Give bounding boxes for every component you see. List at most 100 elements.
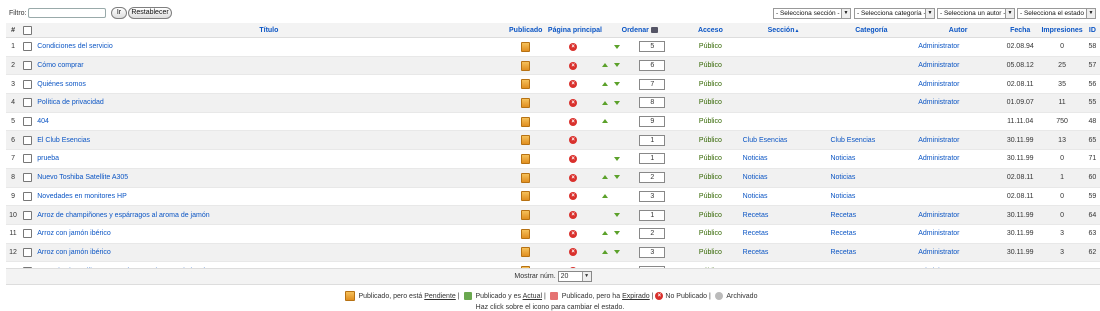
not-frontpage-icon[interactable]: ×	[569, 136, 578, 145]
article-title-link[interactable]: prueba	[37, 155, 59, 162]
published-icon[interactable]	[521, 79, 531, 90]
row-checkbox-cell[interactable]	[20, 224, 35, 244]
reset-button[interactable]: Restablecer	[128, 7, 172, 19]
access-level[interactable]: Público	[681, 130, 740, 151]
not-frontpage-icon[interactable]: ×	[569, 211, 578, 220]
published-icon[interactable]	[521, 60, 531, 71]
header-title[interactable]: Título	[34, 23, 504, 38]
row-checkbox-cell[interactable]	[20, 74, 35, 95]
header-order[interactable]: Ordenar	[598, 23, 682, 38]
order-input[interactable]: 5	[639, 41, 666, 53]
category-link[interactable]: Noticias	[830, 193, 855, 200]
show-count-select[interactable]: 20 ▼	[557, 270, 592, 282]
row-checkbox-cell[interactable]	[20, 243, 35, 263]
article-title-link[interactable]: Arroz con jamón ibérico	[37, 230, 111, 237]
access-level[interactable]: Público	[681, 187, 740, 207]
header-published[interactable]: Publicado	[503, 23, 548, 38]
access-level[interactable]: Público	[681, 56, 740, 76]
row-checkbox-cell[interactable]	[20, 187, 35, 207]
author-select[interactable]: - Selecciona un autor - ▼	[937, 8, 1015, 19]
row-checkbox[interactable]	[22, 42, 32, 52]
move-down-icon[interactable]	[613, 44, 620, 49]
move-up-icon[interactable]	[601, 175, 608, 180]
move-up-icon[interactable]	[601, 250, 608, 255]
access-level[interactable]: Público	[681, 149, 740, 169]
published-icon[interactable]	[521, 97, 531, 108]
move-up-icon[interactable]	[601, 100, 608, 105]
header-category[interactable]: Categoría	[827, 23, 916, 38]
move-down-icon[interactable]	[613, 100, 620, 105]
not-frontpage-icon[interactable]: ×	[569, 42, 578, 51]
article-title-link[interactable]: Cómo comprar	[37, 62, 83, 69]
author-link[interactable]: Administrator	[918, 137, 959, 144]
row-checkbox[interactable]	[22, 98, 32, 108]
author-link[interactable]: Administrator	[918, 155, 959, 162]
order-input[interactable]: 3	[639, 246, 666, 258]
header-frontpage[interactable]: Página principal	[547, 23, 602, 38]
author-link[interactable]: Administrator	[918, 81, 959, 88]
published-icon[interactable]	[521, 153, 531, 164]
not-frontpage-icon[interactable]: ×	[569, 229, 578, 238]
save-order-icon[interactable]	[650, 26, 658, 33]
published-icon[interactable]	[521, 191, 531, 202]
access-level[interactable]: Público	[681, 243, 740, 263]
author-link[interactable]: Administrator	[918, 249, 959, 256]
not-frontpage-icon[interactable]: ×	[569, 117, 578, 126]
header-checkbox[interactable]	[20, 23, 35, 38]
row-checkbox-cell[interactable]	[20, 112, 35, 132]
section-link[interactable]: Noticias	[743, 193, 768, 200]
row-checkbox[interactable]	[22, 117, 32, 127]
row-checkbox[interactable]	[22, 79, 32, 89]
category-link[interactable]: Noticias	[830, 155, 855, 162]
row-checkbox[interactable]	[22, 135, 32, 145]
order-input[interactable]: 1	[639, 209, 666, 221]
author-link[interactable]: Administrator	[918, 99, 959, 106]
move-down-icon[interactable]	[613, 212, 620, 217]
order-input[interactable]: 1	[639, 134, 666, 146]
not-frontpage-icon[interactable]: ×	[569, 154, 578, 163]
author-link[interactable]: Administrator	[918, 62, 959, 69]
move-down-icon[interactable]	[613, 63, 620, 68]
row-checkbox[interactable]	[22, 61, 32, 71]
article-title-link[interactable]: Condiciones del servicio	[37, 43, 112, 50]
article-title-link[interactable]: Arroz con jamón ibérico	[37, 249, 111, 256]
published-icon[interactable]	[521, 172, 531, 183]
section-link[interactable]: Noticias	[743, 155, 768, 162]
move-down-icon[interactable]	[613, 81, 620, 86]
section-select[interactable]: - Selecciona sección - ▼	[773, 8, 851, 19]
move-up-icon[interactable]	[601, 63, 608, 68]
published-icon[interactable]	[521, 116, 531, 127]
row-checkbox-cell[interactable]	[20, 37, 35, 57]
access-level[interactable]: Público	[681, 112, 740, 132]
published-icon[interactable]	[521, 247, 531, 258]
not-frontpage-icon[interactable]: ×	[569, 173, 578, 182]
order-input[interactable]: 9	[639, 116, 666, 128]
category-link[interactable]: Noticias	[830, 174, 855, 181]
access-level[interactable]: Público	[681, 224, 740, 244]
state-select[interactable]: - Selecciona el estado - ▼	[1017, 8, 1096, 19]
row-checkbox-cell[interactable]	[20, 149, 35, 169]
published-icon[interactable]	[521, 210, 531, 221]
category-link[interactable]: Recetas	[830, 212, 856, 219]
section-link[interactable]: Recetas	[743, 212, 769, 219]
row-checkbox-cell[interactable]	[20, 93, 35, 113]
author-link[interactable]: Administrator	[918, 43, 959, 50]
header-section[interactable]: Sección▲	[739, 23, 828, 38]
order-input[interactable]: 6	[639, 60, 666, 72]
header-id[interactable]: ID	[1084, 23, 1100, 38]
header-date[interactable]: Fecha	[1001, 23, 1040, 38]
move-up-icon[interactable]	[601, 81, 608, 86]
article-title-link[interactable]: Nuevo Toshiba Satellite A305	[37, 174, 128, 181]
move-up-icon[interactable]	[601, 194, 608, 198]
order-input[interactable]: 3	[639, 190, 666, 202]
category-link[interactable]: Recetas	[830, 249, 856, 256]
article-title-link[interactable]: Arroz de champiñones y espárragos al aro…	[37, 212, 209, 219]
row-checkbox[interactable]	[22, 229, 32, 239]
header-order-label[interactable]: Ordenar	[622, 27, 649, 34]
access-level[interactable]: Público	[681, 93, 740, 113]
row-checkbox[interactable]	[22, 210, 32, 220]
move-up-icon[interactable]	[601, 231, 608, 236]
filter-input[interactable]	[28, 8, 106, 18]
row-checkbox[interactable]	[22, 154, 32, 164]
access-level[interactable]: Público	[681, 74, 740, 95]
